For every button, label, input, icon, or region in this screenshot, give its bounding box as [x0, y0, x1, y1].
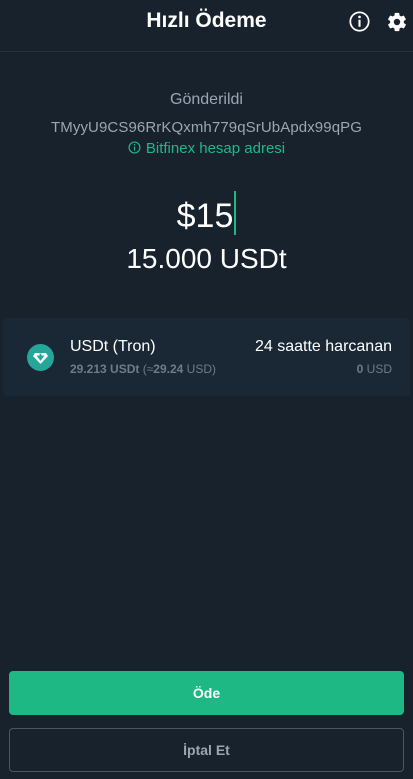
spent-label: 24 saatte harcanan [255, 338, 392, 355]
asset-card[interactable]: USDt (Tron) 29.213 USDt (≈29.24 USD) 24 … [3, 318, 410, 396]
balance-fiat-prefix: (≈ [139, 362, 154, 376]
asset-name: USDt (Tron) [70, 338, 156, 355]
address-note: Bitfinex hesap adresi [0, 140, 413, 157]
text-caret [234, 191, 237, 235]
address-note-text: Bitfinex hesap adresi [145, 140, 286, 157]
spent-value: 0 USD [357, 362, 392, 376]
recipient-address: TMyyU9CS96RrKQxmh779qSrUbApdx99qPG [50, 119, 363, 136]
balance-fiat-value: 29.24 [153, 362, 184, 376]
amount-input[interactable]: $15 [0, 191, 413, 236]
info-icon[interactable] [349, 11, 370, 32]
fiat-amount: $15 [176, 197, 234, 235]
info-circle-icon [128, 141, 141, 154]
balance-fiat-suffix: USD) [183, 362, 216, 376]
spent-unit: USD [363, 362, 392, 376]
crypto-amount: 15.000 USDt [126, 243, 287, 274]
pay-button[interactable]: Öde [9, 671, 404, 715]
cancel-button[interactable]: İptal Et [9, 728, 404, 772]
balance-amount: 29.213 USDt [70, 362, 140, 376]
quick-pay-screen: Hızlı Ödeme Gönderildi TMyyU9CS96RrKQxmh… [0, 0, 413, 779]
header: Hızlı Ödeme [0, 0, 413, 52]
tron-diamond-icon [27, 344, 54, 371]
status-label: Gönderildi [170, 91, 243, 108]
asset-balance: 29.213 USDt (≈29.24 USD) [70, 362, 216, 376]
gear-icon[interactable] [386, 11, 408, 33]
